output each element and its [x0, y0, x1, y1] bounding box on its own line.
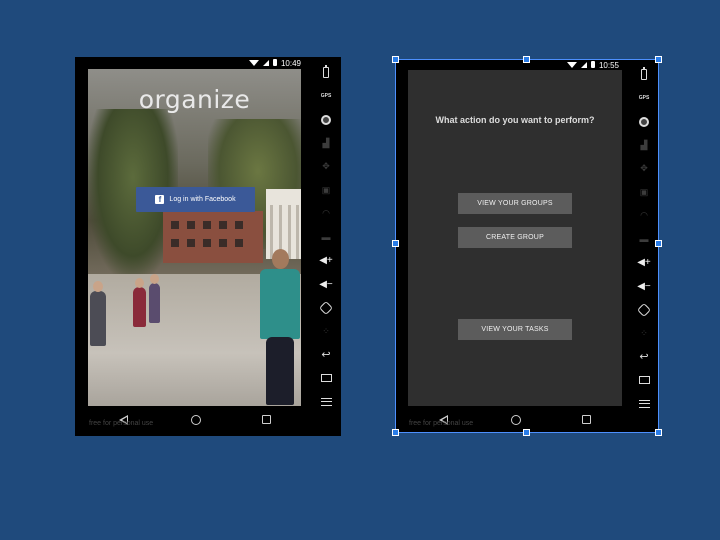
- volume-down-icon[interactable]: ◀−: [311, 273, 341, 297]
- resize-handle[interactable]: [392, 240, 399, 247]
- view-groups-button[interactable]: VIEW YOUR GROUPS: [458, 193, 572, 214]
- signal-icon: [263, 59, 269, 66]
- rss-icon[interactable]: ◠: [311, 202, 341, 226]
- rotate-icon[interactable]: [629, 298, 659, 322]
- battery-icon[interactable]: [629, 63, 659, 87]
- volume-up-icon[interactable]: ◀+: [311, 249, 341, 273]
- gps-icon[interactable]: GPS: [311, 85, 341, 109]
- emulator-controls: GPS ▟ ✥ ▣ ◠ ▬ ◀+ ◀− ⁘ ↩: [311, 61, 341, 429]
- background-building: [163, 211, 263, 263]
- background-person: [133, 287, 146, 327]
- wifi-icon: [249, 59, 259, 66]
- background-person: [149, 283, 160, 323]
- resize-handle[interactable]: [392, 429, 399, 436]
- dpad-icon[interactable]: ✥: [629, 157, 659, 181]
- resize-handle[interactable]: [655, 429, 662, 436]
- create-group-button[interactable]: CREATE GROUP: [458, 227, 572, 248]
- recents-icon[interactable]: [629, 369, 659, 393]
- resize-handle[interactable]: [655, 56, 662, 63]
- background-person-legs: [266, 337, 294, 405]
- login-screen: organize f Log in with Facebook: [88, 69, 301, 406]
- resize-handle[interactable]: [392, 56, 399, 63]
- camera-icon[interactable]: [311, 108, 341, 132]
- left-emulator: 10:49 organize f Log in with Facebook fr…: [75, 57, 341, 436]
- recents-icon[interactable]: [311, 367, 341, 391]
- right-emulator: 10:55 What action do you want to perform…: [395, 59, 659, 433]
- home-nav-icon[interactable]: [190, 414, 201, 425]
- dots-icon[interactable]: ⁘: [629, 322, 659, 346]
- back-icon[interactable]: ↩: [629, 345, 659, 369]
- status-time: 10:55: [598, 61, 619, 70]
- gps-icon[interactable]: GPS: [629, 87, 659, 111]
- status-time: 10:49: [280, 59, 301, 68]
- facebook-icon: f: [155, 195, 165, 204]
- watermark: free for personal use: [409, 420, 474, 427]
- back-icon[interactable]: ↩: [311, 343, 341, 367]
- facebook-login-label: Log in with Facebook: [169, 196, 236, 203]
- camera-icon[interactable]: [629, 110, 659, 134]
- background-person: [90, 291, 106, 346]
- facebook-login-button[interactable]: f Log in with Facebook: [136, 187, 255, 212]
- rotate-icon[interactable]: [311, 296, 341, 320]
- status-bar: 10:49: [75, 57, 341, 69]
- dpad-icon[interactable]: ✥: [311, 155, 341, 179]
- menu-icon[interactable]: [629, 392, 659, 416]
- recents-nav-icon[interactable]: [261, 415, 271, 424]
- dots-icon[interactable]: ⁘: [311, 320, 341, 344]
- sms-icon[interactable]: ▬: [311, 226, 341, 250]
- volume-down-icon[interactable]: ◀−: [629, 275, 659, 299]
- volume-up-icon[interactable]: ◀+: [629, 251, 659, 275]
- background-person: [260, 269, 300, 339]
- battery-icon: [591, 61, 595, 68]
- action-prompt: What action do you want to perform?: [435, 115, 595, 125]
- action-screen: What action do you want to perform? VIEW…: [408, 70, 622, 406]
- emulator-controls: GPS ▟ ✥ ▣ ◠ ▬ ◀+ ◀− ⁘ ↩: [629, 63, 659, 431]
- resize-handle[interactable]: [523, 56, 530, 63]
- id-icon[interactable]: ▣: [629, 181, 659, 205]
- battery-icon[interactable]: [311, 61, 341, 85]
- resize-handle[interactable]: [523, 429, 530, 436]
- watermark: free for personal use: [89, 420, 154, 427]
- wifi-icon: [567, 61, 577, 68]
- signal-icon[interactable]: ▟: [311, 132, 341, 156]
- app-title: organize: [138, 85, 251, 114]
- menu-icon[interactable]: [311, 390, 341, 414]
- signal-icon: [581, 61, 587, 68]
- resize-handle[interactable]: [655, 240, 662, 247]
- recents-nav-icon[interactable]: [581, 415, 591, 424]
- view-tasks-button[interactable]: VIEW YOUR TASKS: [458, 319, 572, 340]
- background-portico: [266, 189, 301, 259]
- id-icon[interactable]: ▣: [311, 179, 341, 203]
- home-nav-icon[interactable]: [510, 414, 521, 425]
- rss-icon[interactable]: ◠: [629, 204, 659, 228]
- signal-icon[interactable]: ▟: [629, 134, 659, 158]
- battery-icon: [273, 59, 277, 66]
